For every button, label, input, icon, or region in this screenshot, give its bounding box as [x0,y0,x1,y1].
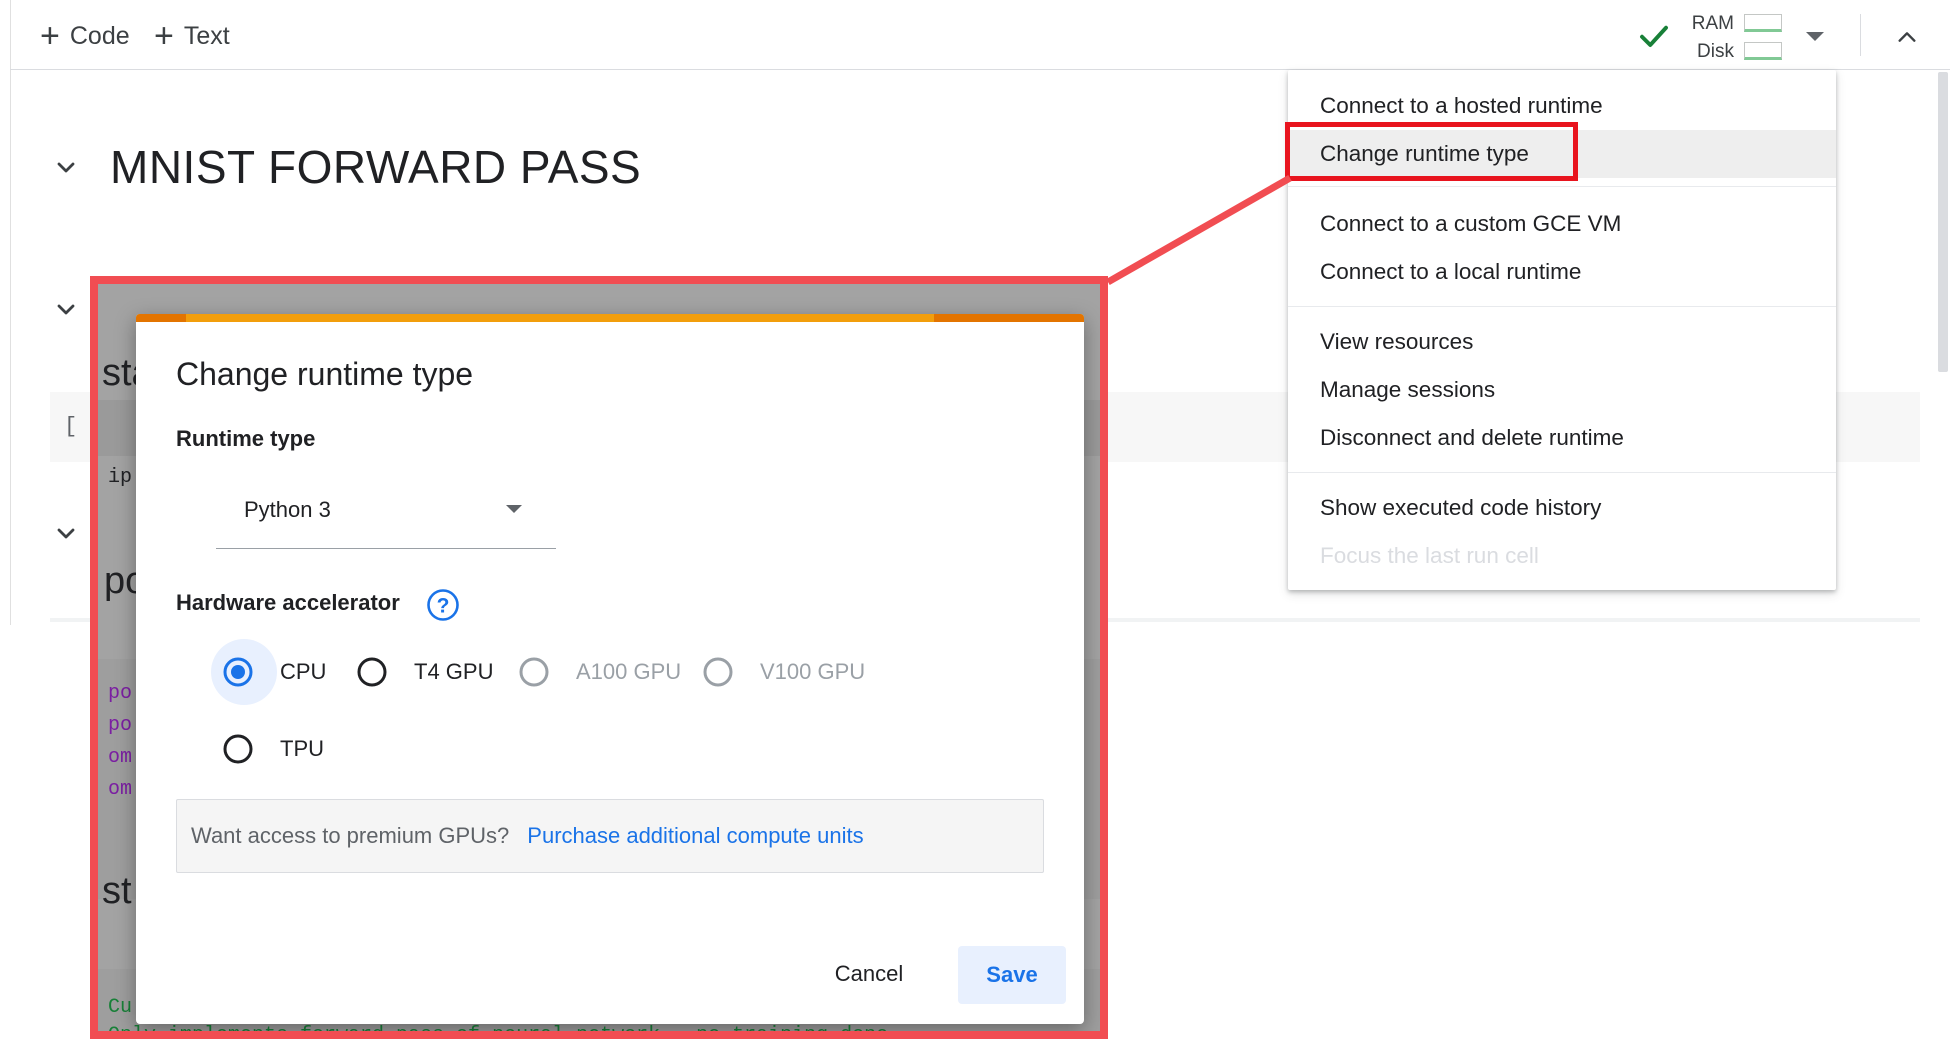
runtime-menu-dropdown-icon[interactable] [1806,32,1824,41]
menu-item-code-history[interactable]: Show executed code history [1288,484,1836,532]
dialog-top-accent-right [934,314,1084,322]
save-button[interactable]: Save [958,946,1066,1004]
menu-divider [1288,306,1836,307]
runtime-type-select[interactable]: Python 3 [216,469,556,549]
radio-label-v100-gpu: V100 GPU [760,659,866,684]
add-text-label: Text [183,21,230,50]
menu-item-view-resources[interactable]: View resources [1288,318,1836,366]
plus-icon: + [154,17,174,55]
purchase-compute-link[interactable]: Purchase additional compute units [527,823,863,849]
menu-item-connect-local[interactable]: Connect to a local runtime [1288,248,1836,296]
check-icon[interactable] [1636,18,1672,54]
chevron-down-icon[interactable] [54,298,78,322]
chevron-down-icon [506,505,522,513]
radio-option-cpu[interactable]: CPU [222,647,326,697]
menu-divider [1288,472,1836,473]
runtime-type-label: Runtime type [176,426,316,451]
add-code-label: Code [69,21,130,50]
add-text-button[interactable]: + Text [154,16,230,56]
peek-code-line: po [108,682,133,705]
peek-code-line: po [108,714,133,737]
peek-code-line: om [108,746,133,769]
radio-unselected-icon[interactable] [356,656,388,688]
help-circle-icon[interactable]: ? [426,588,460,622]
radio-label-t4-gpu: T4 GPU [414,659,494,684]
radio-option-v100-gpu: V100 GPU [702,647,865,697]
radio-label-tpu: TPU [280,736,324,761]
runtime-type-value: Python 3 [244,497,331,522]
radio-option-a100-gpu: A100 GPU [518,647,681,697]
menu-item-disconnect-delete[interactable]: Disconnect and delete runtime [1288,414,1836,462]
premium-gpu-promo: Want access to premium GPUs? Purchase ad… [176,799,1044,873]
plus-icon: + [40,17,60,55]
menu-item-focus-last-cell: Focus the last run cell [1320,543,1539,568]
radio-label-a100-gpu: A100 GPU [576,659,682,684]
cancel-button[interactable]: Cancel [819,946,919,1002]
notebook-left-border [10,0,11,625]
peek-comment-line: Cu [108,996,133,1019]
notebook-title: MNIST FORWARD PASS [110,141,642,193]
dialog-top-accent-left [136,314,186,322]
resource-labels[interactable]: RAM Disk [1686,10,1734,66]
promo-text: Want access to premium GPUs? [191,823,510,848]
radio-unselected-icon[interactable] [222,733,254,765]
peek-comment-line: Only implements forward pass of neural n… [108,1024,889,1039]
radio-option-t4-gpu[interactable]: T4 GPU [356,647,493,697]
dialog-title: Change runtime type [176,356,474,392]
radio-disabled-icon [703,657,733,687]
add-code-button[interactable]: + Code [40,16,130,56]
ram-label: RAM [1691,13,1734,34]
peek-code-line: om [108,778,133,801]
menu-item-connect-gce-vm[interactable]: Connect to a custom GCE VM [1288,200,1836,248]
menu-divider [1288,186,1836,187]
radio-selected-icon[interactable] [222,656,254,688]
chevron-down-icon[interactable] [54,156,78,180]
change-runtime-dialog: Change runtime type Runtime type Python … [136,314,1084,1024]
zoomed-dialog-frame: sta ip po po po om om st Cu Only impleme… [90,276,1108,1039]
hardware-accelerator-label: Hardware accelerator [176,590,400,615]
chevron-down-icon[interactable] [54,522,78,546]
menu-item-manage-sessions[interactable]: Manage sessions [1288,366,1836,414]
radio-disabled-icon [519,657,549,687]
annotation-highlight-box [1285,122,1578,181]
svg-text:?: ? [437,595,450,618]
scrollbar[interactable] [1938,72,1948,372]
peek-code-text: ip [108,466,133,489]
chevron-up-icon[interactable] [1896,26,1918,48]
cell-run-bracket: [ [64,414,78,439]
radio-option-tpu[interactable]: TPU [222,724,324,774]
disk-label: Disk [1697,41,1734,62]
radio-label-cpu: CPU [280,659,327,684]
peek-section-heading: st [102,870,132,912]
toolbar-separator [1860,14,1861,56]
ram-usage-bar[interactable] [1744,14,1782,32]
disk-usage-bar[interactable] [1744,42,1782,60]
